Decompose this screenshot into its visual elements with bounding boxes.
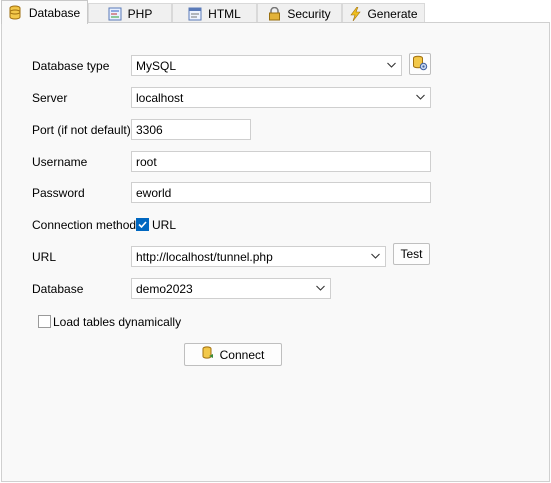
db-type-select[interactable]: MySQL [131, 55, 402, 76]
test-button-label: Test [400, 247, 423, 261]
tab-label: PHP [127, 6, 153, 21]
db-settings-button[interactable] [409, 53, 431, 75]
url-label: URL [32, 250, 57, 264]
database-settings-icon [412, 55, 428, 74]
url-checkbox[interactable] [136, 218, 149, 231]
password-label: Password [32, 186, 85, 200]
username-label: Username [32, 155, 88, 169]
chevron-down-icon [370, 250, 381, 265]
html-icon [188, 7, 202, 21]
checkmark-icon [138, 221, 147, 229]
load-tables-checkbox[interactable] [38, 315, 51, 328]
port-label: Port (if not default) [32, 123, 131, 137]
username-value: root [136, 154, 157, 169]
password-input[interactable]: eworld [131, 182, 431, 203]
username-input[interactable]: root [131, 151, 431, 172]
tab-label: Security [287, 6, 331, 21]
connect-button-label: Connect [219, 347, 265, 362]
url-value: http://localhost/tunnel.php [136, 249, 273, 264]
tab-label: Generate [367, 6, 418, 21]
chevron-down-icon [386, 59, 397, 74]
port-value: 3306 [136, 122, 163, 137]
tab-label: Database [28, 5, 81, 20]
php-icon [108, 7, 122, 21]
load-tables-label: Load tables dynamically [53, 315, 182, 329]
database-label: Database [32, 282, 84, 296]
database-value: demo2023 [136, 281, 193, 296]
connect-button[interactable]: Connect [184, 343, 282, 366]
database-icon [9, 5, 23, 21]
tab-strip: Database PHP HTML Security Generate [0, 0, 551, 24]
tab-php[interactable]: PHP [88, 3, 172, 23]
chevron-down-icon [315, 282, 326, 297]
tab-generate[interactable]: Generate [342, 3, 425, 23]
test-button[interactable]: Test [393, 243, 430, 265]
db-type-label: Database type [32, 59, 110, 73]
port-input[interactable]: 3306 [131, 119, 251, 140]
url-checkbox-label: URL [152, 218, 177, 232]
server-select[interactable]: localhost [131, 87, 431, 108]
url-select[interactable]: http://localhost/tunnel.php [131, 246, 386, 267]
connection-method-label: Connection method [32, 218, 137, 232]
tab-database[interactable]: Database [1, 0, 88, 24]
db-type-value: MySQL [136, 58, 177, 73]
tab-html[interactable]: HTML [172, 3, 257, 23]
password-value: eworld [136, 185, 172, 200]
server-value: localhost [136, 90, 184, 105]
database-icon [202, 346, 214, 363]
lock-icon [268, 6, 281, 21]
lightning-icon [349, 6, 362, 21]
server-label: Server [32, 91, 68, 105]
chevron-down-icon [415, 91, 426, 106]
tab-security[interactable]: Security [257, 3, 342, 23]
database-select[interactable]: demo2023 [131, 278, 331, 299]
tab-label: HTML [208, 6, 241, 21]
